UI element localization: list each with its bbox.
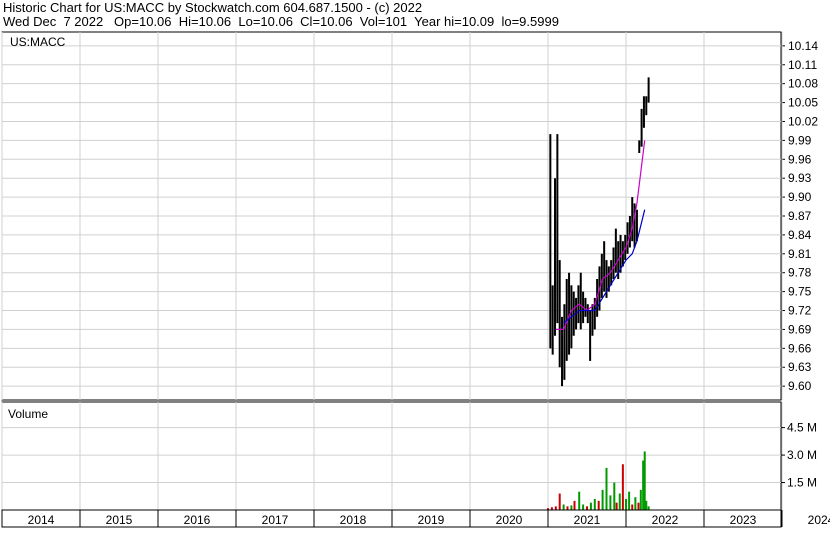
price-tick-label: 9.90 (788, 190, 812, 204)
price-tick-label: 10.14 (788, 39, 818, 53)
price-tick-label: 9.96 (788, 152, 812, 166)
year-tick-label: 2024 (808, 513, 830, 527)
price-tick-label: 9.72 (788, 304, 812, 318)
price-tick-label: 9.78 (788, 266, 812, 280)
year-tick-label: 2019 (418, 513, 445, 527)
price-panel: 10.14 10.11 10.08 10.05 10.02 9.99 9.96 9.93 9.9… (1, 31, 818, 401)
year-axis: 2014 2015 2016 2017 2018 2019 2020 2021 2022 2023… (1, 509, 830, 528)
year-tick-label: 2022 (652, 513, 679, 527)
price-tick-label: 9.99 (788, 133, 812, 147)
year-tick-label: 2017 (262, 513, 289, 527)
year-tick-label: 2020 (496, 513, 523, 527)
volume-tick-label: 3.0 M (787, 448, 817, 462)
price-panel-title: US:MACC (10, 35, 66, 49)
year-tick-label: 2015 (106, 513, 133, 527)
price-tick-label: 10.11 (788, 58, 817, 72)
year-tick-label: 2023 (730, 513, 757, 527)
volume-panel-title: Volume (8, 407, 48, 421)
price-tick-label: 9.60 (788, 379, 812, 393)
year-tick-label: 2014 (28, 513, 55, 527)
price-tick-label: 10.05 (788, 96, 818, 110)
volume-tick-label: 4.5 M (787, 421, 817, 435)
price-tick-label: 9.66 (788, 341, 812, 355)
price-tick-label: 9.69 (788, 322, 812, 336)
volume-panel: 4.5 M 3.0 M 1.5 M Volume (1, 401, 817, 511)
price-tick-label: 9.93 (788, 171, 812, 185)
price-tick-label: 9.84 (788, 228, 812, 242)
price-tick-label: 9.81 (788, 247, 812, 261)
price-tick-label: 9.63 (788, 360, 812, 374)
price-tick-label: 9.75 (788, 285, 812, 299)
volume-tick-label: 1.5 M (787, 476, 817, 490)
price-tick-label: 10.08 (788, 77, 818, 91)
price-tick-label: 10.02 (788, 114, 818, 128)
year-tick-label: 2016 (184, 513, 211, 527)
year-tick-label: 2021 (574, 513, 601, 527)
price-tick-label: 9.87 (788, 209, 812, 223)
year-tick-label: 2018 (340, 513, 367, 527)
stock-chart: 10.14 10.11 10.08 10.05 10.02 9.99 9.96 9.93 9.9… (1, 31, 830, 528)
